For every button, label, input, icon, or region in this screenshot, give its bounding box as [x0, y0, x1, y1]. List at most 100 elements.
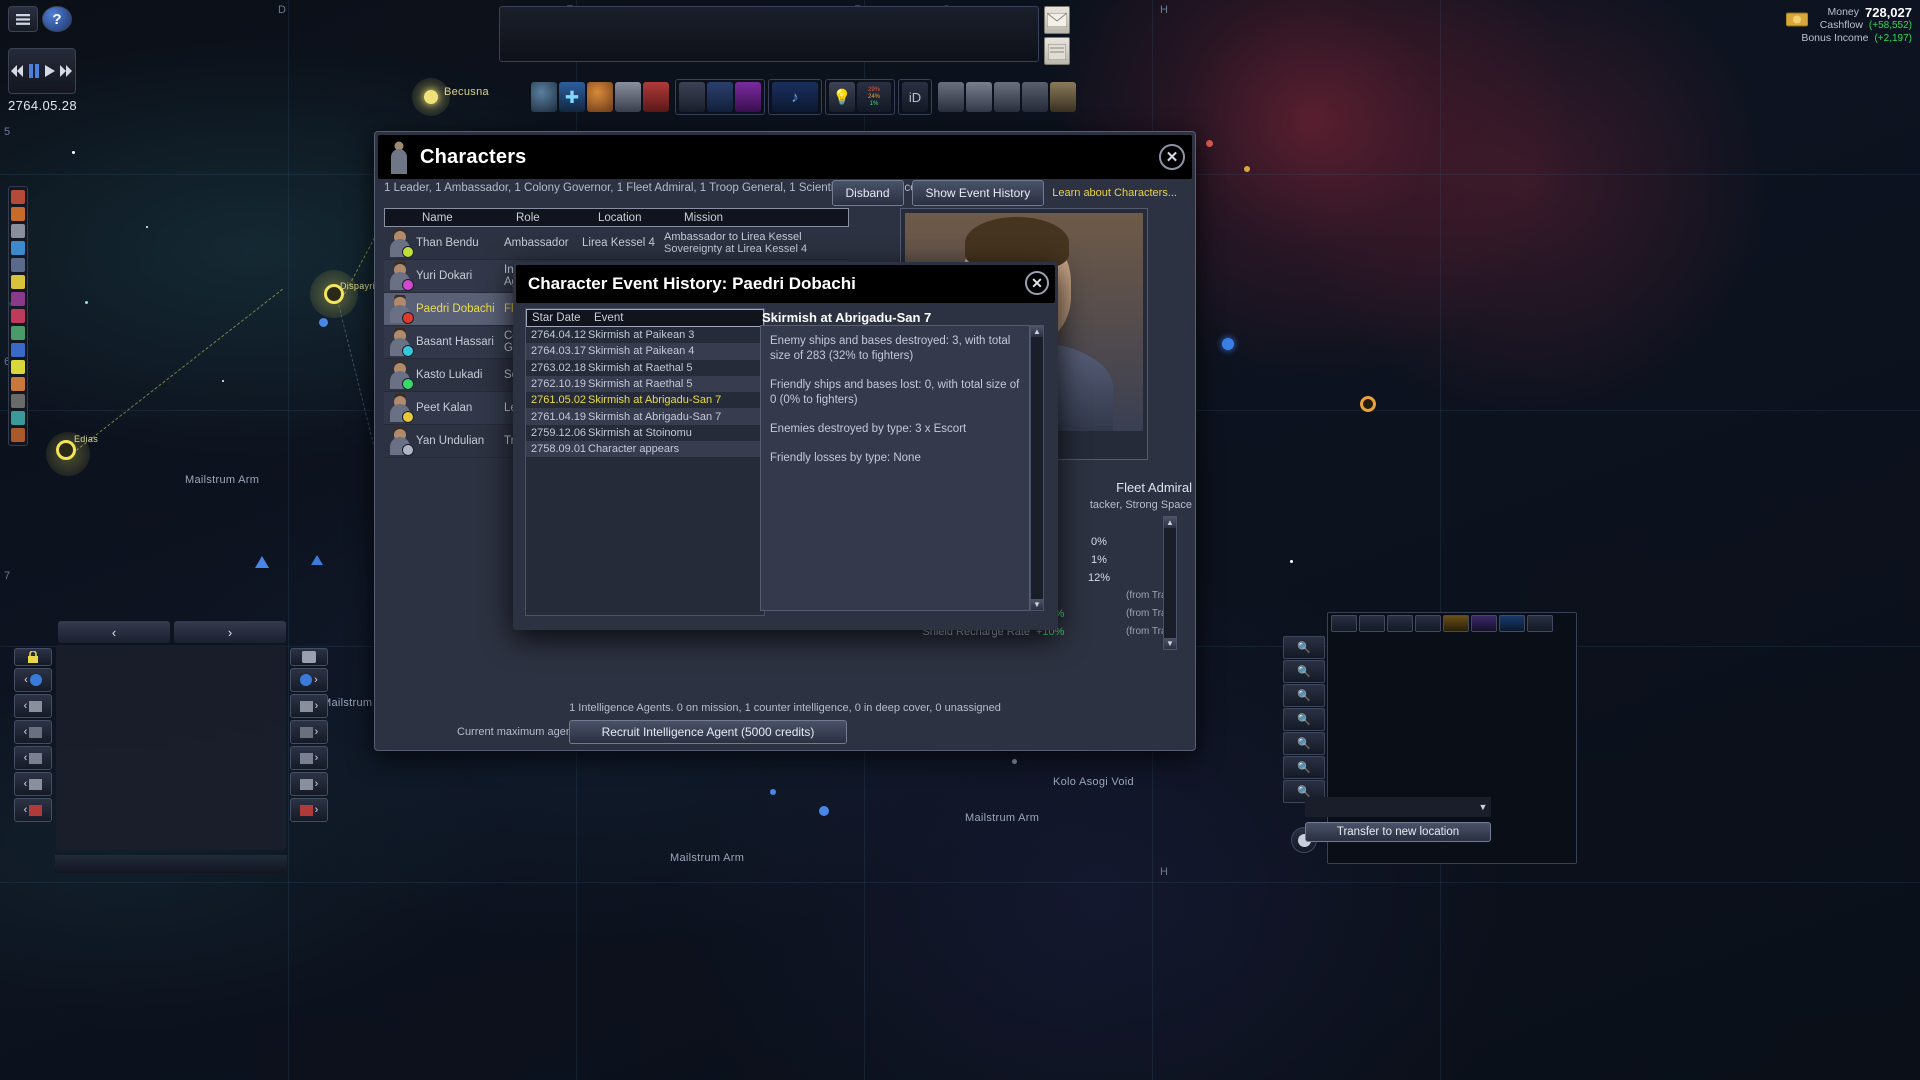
more-icon[interactable] [11, 394, 25, 408]
war-icon[interactable] [643, 82, 669, 112]
mail-icon[interactable] [1044, 6, 1070, 34]
character-skills-scroll-thumb[interactable] [1165, 529, 1175, 577]
next-ship-button[interactable]: › [290, 720, 328, 744]
main-toolbar[interactable]: ✚ ♪ 💡 29% 24% 1% iD [528, 76, 1079, 118]
chevron-down-icon[interactable]: ▼ [1475, 802, 1491, 812]
resource-icon[interactable] [1050, 82, 1076, 112]
scroll-up-icon[interactable]: ▲ [1164, 517, 1176, 528]
list-item[interactable]: 2764.03.17 Skirmish at Paikean 4 [526, 343, 764, 360]
right-action-stack[interactable]: › › › › › › [290, 648, 328, 824]
message-icon-stack[interactable] [1044, 6, 1072, 70]
archive-icon[interactable] [1044, 37, 1070, 65]
research-icon[interactable]: ♪ [772, 82, 818, 112]
list-item[interactable]: 2761.05.02 Skirmish at Abrigadu-San 7 [526, 392, 764, 408]
zoom-icon[interactable]: 🔍 [1283, 708, 1325, 731]
list-item[interactable]: 2762.10.19 Skirmish at Raethal 5 [526, 375, 764, 393]
column-header-name[interactable]: Name [417, 209, 511, 226]
galaxy-icon[interactable] [11, 411, 25, 425]
message-log-panel[interactable] [499, 6, 1039, 62]
minimap-resources-icon[interactable] [1443, 615, 1469, 632]
column-header-role[interactable]: Role [511, 209, 593, 226]
show-event-history-button[interactable]: Show Event History [911, 180, 1045, 206]
transfer-to-new-location-button[interactable]: Transfer to new location [1305, 822, 1491, 842]
prev-button[interactable]: ‹ [58, 621, 170, 643]
waypoint-marker[interactable] [317, 316, 330, 329]
star-system-marker[interactable] [1360, 396, 1376, 412]
recruit-intelligence-agent-button[interactable]: Recruit Intelligence Agent (5000 credits… [569, 720, 847, 744]
fleets-icon[interactable] [11, 241, 25, 255]
minimap-territory-icon[interactable] [1499, 615, 1525, 632]
star-system-marker[interactable] [1222, 338, 1234, 350]
troops-icon[interactable] [994, 82, 1020, 112]
menu-button[interactable] [8, 6, 38, 32]
character-skills-scrollbar[interactable]: ▲ ▼ [1163, 516, 1177, 650]
next-ship-button[interactable]: › [290, 694, 328, 718]
document-icon[interactable] [615, 82, 641, 112]
next-ship-button[interactable]: › [290, 746, 328, 770]
game-speed-controls[interactable] [8, 48, 76, 94]
idea-bulb-icon[interactable]: 💡 [829, 82, 855, 112]
galaxy-view-icon[interactable] [531, 82, 557, 112]
prev-ship-button[interactable]: ‹ [14, 694, 52, 718]
expansion-icon[interactable] [11, 360, 25, 374]
star-system-edias[interactable] [56, 440, 76, 460]
close-icon[interactable]: ✕ [1025, 271, 1049, 295]
next-ship-button[interactable]: › [290, 798, 328, 822]
messages-icon[interactable] [11, 428, 25, 442]
list-item[interactable]: 2763.02.18 Skirmish at Raethal 5 [526, 360, 764, 376]
scroll-down-icon[interactable]: ▼ [1164, 638, 1176, 649]
lock-icon[interactable] [14, 648, 52, 666]
zoom-icon[interactable]: 🔍 [1283, 684, 1325, 707]
event-detail-scrollbar[interactable]: ▲ ▼ [1030, 325, 1044, 611]
minimap-options-icon[interactable] [1527, 615, 1553, 632]
column-header-location[interactable]: Location [593, 209, 679, 226]
intel-icon[interactable] [11, 377, 25, 391]
star-system-marker[interactable] [1206, 140, 1213, 147]
diplomacy-icon[interactable] [11, 275, 25, 289]
prev-ship-button[interactable]: ‹ [14, 720, 52, 744]
column-header-mission[interactable]: Mission [679, 209, 848, 226]
character-icon[interactable] [679, 82, 705, 112]
diplomacy-flags-icon[interactable] [707, 82, 733, 112]
column-header-star-date[interactable]: Star Date [527, 310, 589, 326]
troops-icon[interactable] [1022, 82, 1048, 112]
empire-policy-icon[interactable] [735, 82, 761, 112]
next-ship-button[interactable]: › [290, 668, 328, 692]
close-icon[interactable]: ✕ [1159, 144, 1185, 170]
fleet-nav-arrows[interactable]: ‹ › [58, 621, 286, 643]
disband-button[interactable]: Disband [831, 180, 904, 206]
troops-icon[interactable] [938, 82, 964, 112]
prev-ship-button[interactable]: ‹ [14, 798, 52, 822]
fast-forward-icon[interactable] [59, 61, 76, 81]
star-system-marker[interactable] [1244, 166, 1250, 172]
minimap-planets-icon[interactable] [1387, 615, 1413, 632]
list-item[interactable]: 2759.12.06 Skirmish at Stoinomu [526, 425, 764, 441]
troops-icon[interactable] [966, 82, 992, 112]
zoom-icon[interactable]: 🔍 [1283, 732, 1325, 755]
minimap-routes-icon[interactable] [1359, 615, 1385, 632]
planet-icon[interactable] [587, 82, 613, 112]
scan-icon[interactable] [290, 648, 328, 666]
fleet-detail-panel[interactable] [56, 645, 286, 850]
prev-ship-button[interactable]: ‹ [14, 746, 52, 770]
minimap-empires-icon[interactable] [1471, 615, 1497, 632]
scroll-up-icon[interactable]: ▲ [1031, 326, 1043, 337]
help-button[interactable]: ? [42, 6, 72, 32]
intelligence-icon[interactable]: iD [902, 82, 928, 112]
zoom-icon[interactable]: 🔍 [1283, 756, 1325, 779]
fleet-marker[interactable] [255, 556, 269, 568]
star-system-becusna[interactable] [424, 90, 438, 104]
rewind-icon[interactable] [9, 61, 26, 81]
waypoint-marker[interactable] [816, 803, 832, 819]
empire-icon[interactable] [11, 190, 25, 204]
population-icon[interactable] [11, 207, 25, 221]
left-tool-rail[interactable] [8, 186, 28, 446]
transfer-location-select[interactable]: ▼ [1305, 797, 1491, 817]
list-item[interactable]: 2761.04.19 Skirmish at Abrigadu-San 7 [526, 408, 764, 425]
next-ship-button[interactable]: › [290, 772, 328, 796]
fleet-panel-footer[interactable] [55, 855, 287, 873]
zoom-icon[interactable]: 🔍 [1283, 660, 1325, 683]
next-button[interactable]: › [174, 621, 286, 643]
fleet-marker[interactable] [311, 555, 323, 565]
column-header-event[interactable]: Event [589, 310, 763, 326]
